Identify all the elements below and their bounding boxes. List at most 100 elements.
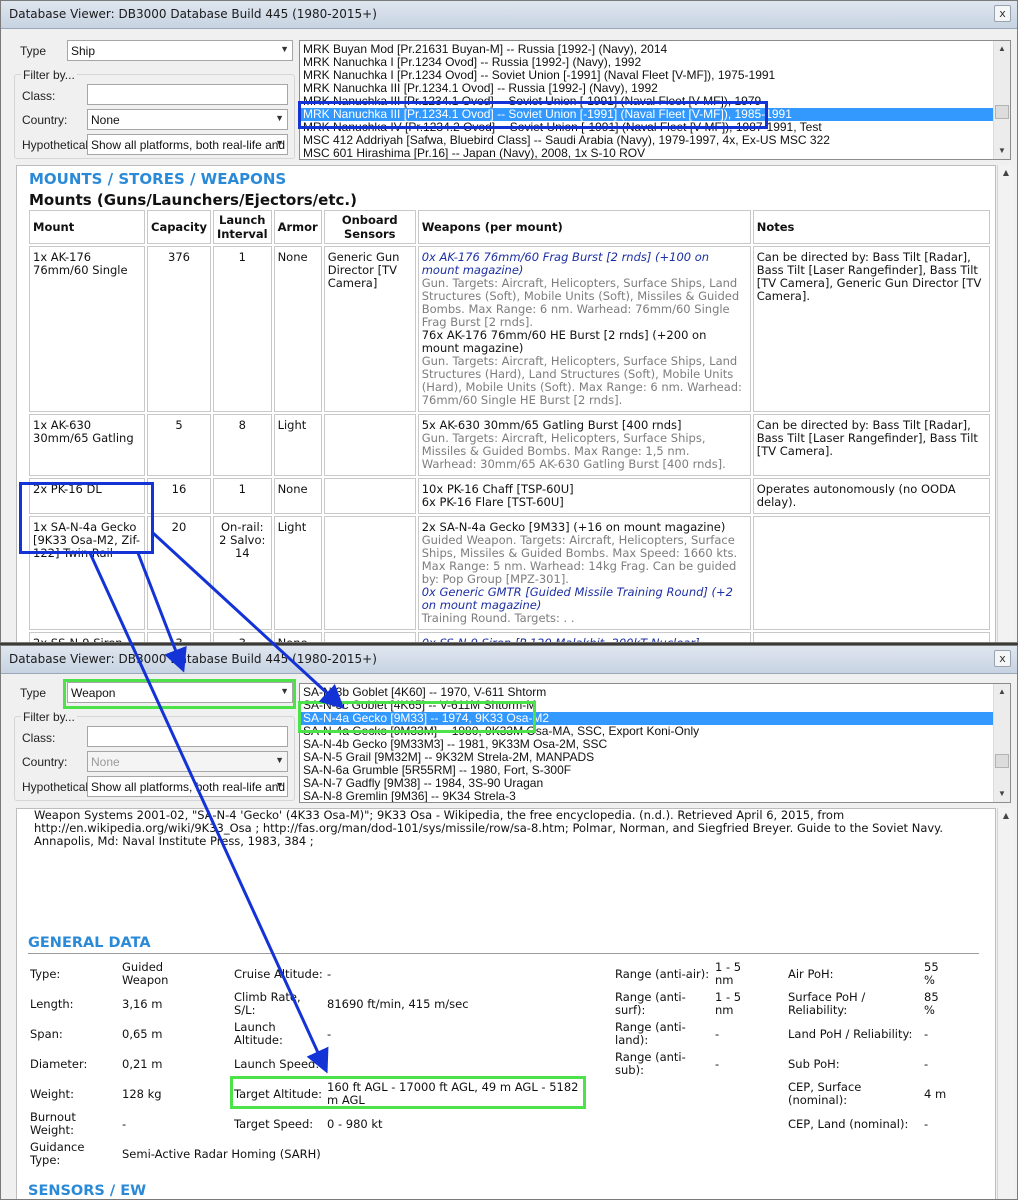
launch-interval-cell: 3	[212, 632, 272, 642]
table-row: 2x PK-16 DL 16 1 None 10x PK-16 Chaff [TSP-6…	[29, 478, 990, 514]
table-row: 1x AK-630 30mm/65 Gatling 5 8 Light 5x AK-63…	[29, 414, 990, 476]
field-value: -	[327, 967, 332, 981]
weapons-cell: 5x AK-630 30mm/65 Gatling Burst [400 rnd…	[417, 414, 751, 476]
weapon-entry[interactable]: 0x Generic GMTR [Guided Missile Training…	[422, 586, 747, 612]
weapon-description: Guided Weapon. Targets: Aircraft, Helico…	[421, 533, 738, 586]
field-value: -	[122, 1117, 127, 1131]
highlight-selected-ship	[298, 101, 768, 129]
list-item[interactable]: SA-N-8 Gremlin [9M36] -- 9K34 Strela-3	[300, 790, 1010, 803]
column-header: Mount	[29, 210, 145, 244]
weapons-cell: 0x SS-N-9 Siren [P-120 Malakhit, 200kT N…	[417, 632, 751, 643]
type-select[interactable]: Ship ▼	[67, 40, 293, 61]
weapons-cell: 2x SA-N-4a Gecko [9M33] (+16 on mount ma…	[417, 516, 751, 630]
chevron-down-icon: ▼	[275, 755, 284, 765]
onboard-sensors-cell: Generic Gun Director [TV Camera]	[323, 246, 416, 412]
armor-cell: Light	[273, 414, 322, 476]
weapon-entry[interactable]: 6x PK-16 Flare [TST-60U]	[422, 496, 747, 509]
highlight-target-altitude	[230, 1076, 586, 1109]
list-scrollbar[interactable]: ▲ ▼	[993, 684, 1010, 802]
scroll-thumb[interactable]	[995, 754, 1009, 768]
notes-cell	[752, 516, 990, 630]
field-value: 128 kg	[122, 1087, 162, 1101]
onboard-sensors-cell	[323, 632, 416, 642]
field-value: 0,21 m	[122, 1057, 163, 1071]
close-button[interactable]: x	[994, 650, 1011, 667]
country-select[interactable]: None ▼	[87, 751, 288, 772]
weapon-entry[interactable]: 0x AK-176 76mm/60 Frag Burst [2 rnds] (+…	[422, 251, 747, 277]
details-pane: MOUNTS / STORES / WEAPONS Mounts (Guns/L…	[16, 165, 996, 643]
list-item[interactable]: MSC 601 Hirashima [Pr.16] -- Japan (Navy…	[300, 147, 1010, 160]
type-label: Type	[20, 44, 47, 58]
field-value: -	[924, 1027, 929, 1041]
hypothetical-select[interactable]: Show all platforms, both real-life and h…	[87, 776, 288, 797]
title-bar[interactable]: Database Viewer: DB3000 Database Build 4…	[1, 646, 1017, 674]
field-value: -	[715, 1027, 720, 1041]
database-viewer-window-ship: Database Viewer: DB3000 Database Build 4…	[0, 0, 1018, 643]
field-value: Guided Weapon	[122, 960, 169, 987]
details-scrollbar[interactable]: ▲	[997, 808, 1014, 1199]
armor-cell: None	[273, 478, 322, 514]
chevron-down-icon: ▼	[275, 138, 284, 148]
mounts-table: Mount Capacity Launch Interval Armor Onb…	[27, 208, 992, 643]
close-button[interactable]: x	[994, 5, 1011, 22]
field-value: Semi-Active Radar Homing (SARH)	[122, 1147, 321, 1161]
column-header: Onboard Sensors	[323, 210, 416, 244]
hypothetical-select[interactable]: Show all platforms, both real-life and h…	[87, 134, 288, 155]
field-label: Length:	[30, 997, 74, 1011]
window-title: Database Viewer: DB3000 Database Build 4…	[9, 652, 377, 666]
notes-cell: Can be directed by: Bass Tilt [Radar], B…	[752, 246, 990, 412]
field-label: Guidance Type:	[30, 1140, 85, 1167]
field-label: Range (anti-sub):	[615, 1050, 686, 1077]
scroll-thumb[interactable]	[995, 105, 1009, 119]
armor-cell: None	[273, 632, 322, 642]
field-value: 1 - 5 nm	[715, 990, 742, 1017]
field-label: Burnout Weight:	[30, 1110, 76, 1137]
field-label: Sub PoH:	[788, 1057, 840, 1071]
scroll-up-icon[interactable]: ▲	[998, 165, 1014, 181]
notes-cell: Operates autonomously (no OODA delay).	[752, 478, 990, 514]
field-label: CEP, Land (nominal):	[788, 1117, 909, 1131]
filter-label: Filter by...	[21, 68, 77, 82]
field-value: -	[327, 1027, 332, 1041]
field-label: Surface PoH / Reliability:	[788, 990, 866, 1017]
scroll-up-icon[interactable]: ▲	[994, 684, 1010, 700]
launch-interval-cell: 8	[212, 414, 272, 476]
weapons-cell: 0x AK-176 76mm/60 Frag Burst [2 rnds] (+…	[417, 246, 751, 412]
notes-cell	[752, 632, 990, 642]
database-viewer-window-weapon: Database Viewer: DB3000 Database Build 4…	[0, 645, 1018, 1200]
details-scrollbar[interactable]: ▲	[997, 165, 1014, 642]
scroll-up-icon[interactable]: ▲	[994, 41, 1010, 57]
country-label: Country:	[22, 755, 68, 769]
field-value: 1 - 5 nm	[715, 960, 742, 987]
field-label: Land PoH / Reliability:	[788, 1027, 913, 1041]
column-header: Capacity	[147, 210, 211, 244]
class-input[interactable]	[87, 84, 288, 105]
weapon-entry[interactable]: 0x SS-N-9 Siren [P-120 Malakhit, 200kT N…	[422, 637, 747, 643]
hypothetical-label: Hypothetical:	[22, 138, 92, 152]
details-pane: Weapon Systems 2001-02, "SA-N-4 'Gecko' …	[16, 808, 996, 1199]
launch-interval-cell: 1	[212, 478, 272, 514]
scroll-up-icon[interactable]: ▲	[998, 808, 1014, 824]
chevron-down-icon: ▼	[280, 44, 289, 54]
scroll-down-icon[interactable]: ▼	[994, 143, 1010, 159]
armor-cell: Light	[273, 516, 322, 630]
list-scrollbar[interactable]: ▲ ▼	[993, 41, 1010, 159]
scroll-down-icon[interactable]: ▼	[994, 786, 1010, 802]
country-select[interactable]: None ▼	[87, 109, 288, 130]
results-list[interactable]: MRK Buyan Mod [Pr.21631 Buyan-M] -- Russ…	[299, 40, 1011, 160]
class-input[interactable]	[87, 726, 288, 747]
field-label: Cruise Altitude:	[234, 967, 323, 981]
weapon-entry[interactable]: 76x AK-176 76mm/60 HE Burst [2 rnds] (+2…	[422, 329, 747, 355]
column-header: Launch Interval	[212, 210, 272, 244]
title-bar[interactable]: Database Viewer: DB3000 Database Build 4…	[1, 1, 1017, 29]
field-label: Target Speed:	[234, 1117, 314, 1131]
field-label: CEP, Surface (nominal):	[788, 1080, 862, 1107]
weapon-description: Training Round. Targets: . .	[421, 611, 575, 625]
field-value: -	[924, 1057, 929, 1071]
capacity-cell: 5	[147, 414, 211, 476]
field-value: -	[715, 1057, 720, 1071]
table-row: 2x SS-N-9 Siren Triple33None0x SS-N-9 Si…	[29, 632, 990, 643]
hypothetical-label: Hypothetical:	[22, 780, 92, 794]
column-header: Weapons (per mount)	[417, 210, 751, 244]
highlight-selected-weapon	[298, 701, 536, 733]
